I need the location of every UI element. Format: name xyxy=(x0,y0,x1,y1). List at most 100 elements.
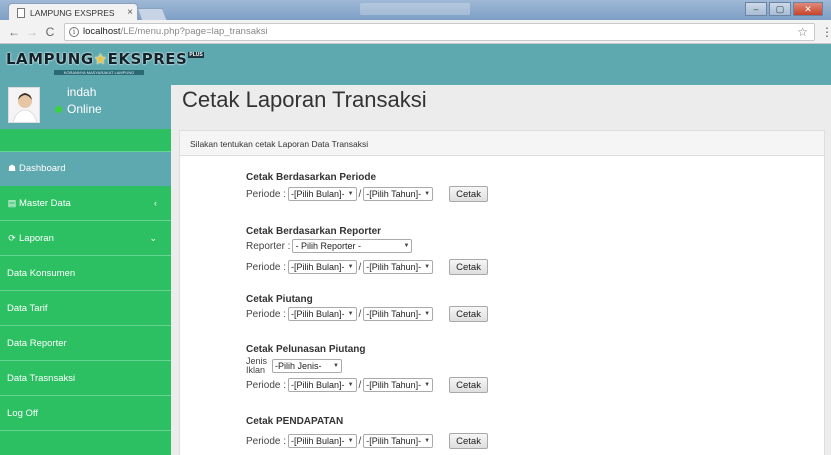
window-title-blur xyxy=(360,3,470,15)
minimize-button[interactable]: – xyxy=(745,2,767,16)
cetak-piutang-button[interactable]: Cetak xyxy=(449,306,488,322)
bulan-select[interactable]: -[Pilih Bulan]- ▼ xyxy=(288,434,357,448)
window-controls: – ▢ ✕ xyxy=(745,2,823,16)
logo-text-1: LAMPUNG xyxy=(6,50,94,68)
page-title: Cetak Laporan Transaksi xyxy=(182,87,427,112)
tahun-select[interactable]: -[Pilih Tahun]- ▼ xyxy=(363,378,434,392)
tahun-select-value: -[Pilih Tahun]- xyxy=(366,189,422,199)
bulan-select-value: -[Pilih Bulan]- xyxy=(291,380,345,390)
bulan-select-value: -[Pilih Bulan]- xyxy=(291,189,345,199)
bulan-select-value: -[Pilih Bulan]- xyxy=(291,262,345,272)
periode-row: Periode : -[Pilih Bulan]- ▼ / -[Pilih Tah… xyxy=(246,185,488,203)
periode-row: Periode : -[Pilih Bulan]- ▼ / -[Pilih Tah… xyxy=(246,258,488,276)
logo-tagline: KORANNYA MASYARAKAT LAMPUNG xyxy=(54,70,144,75)
bulan-select[interactable]: -[Pilih Bulan]- ▼ xyxy=(288,260,357,274)
close-window-button[interactable]: ✕ xyxy=(793,2,823,16)
app-header: LAMPUNG ★ EKSPRES PLUS KORANNYA MASYARAK… xyxy=(0,44,831,85)
section-title: Cetak Berdasarkan Periode xyxy=(246,172,377,183)
sidebar-item-label: Master Data xyxy=(19,197,71,209)
dropdown-arrow-icon: ▼ xyxy=(424,191,431,197)
cetak-pendapatan-button[interactable]: Cetak xyxy=(449,433,488,449)
table-icon: ▤ xyxy=(7,197,17,208)
dropdown-arrow-icon: ▼ xyxy=(424,438,431,444)
section-pendapatan: Cetak PENDAPATAN Periode : -[Pilih Bulan… xyxy=(246,416,488,450)
user-panel: indah Online xyxy=(0,85,171,129)
sidebar-item-master-data[interactable]: ▤ Master Data ‹ xyxy=(0,186,171,221)
logo-star-icon: ★ xyxy=(93,50,108,68)
sidebar-item-laporan[interactable]: ⟳ Laporan ⌄ xyxy=(0,221,171,256)
section-periode: Cetak Berdasarkan Periode Periode : -[Pi… xyxy=(246,172,488,203)
page-icon xyxy=(17,7,25,18)
dropdown-arrow-icon: ▼ xyxy=(424,264,431,270)
maximize-button[interactable]: ▢ xyxy=(769,2,791,16)
new-tab-button[interactable] xyxy=(136,8,168,20)
tahun-select[interactable]: -[Pilih Tahun]- ▼ xyxy=(363,187,434,201)
jenis-select[interactable]: -Pilih Jenis- ▼ xyxy=(272,359,342,373)
reload-button[interactable]: C xyxy=(42,25,58,39)
cetak-pelunasan-button[interactable]: Cetak xyxy=(449,377,488,393)
cetak-periode-button[interactable]: Cetak xyxy=(449,186,488,202)
sidebar-item-label: Laporan xyxy=(19,232,54,244)
bookmark-star-icon[interactable]: ☆ xyxy=(797,25,808,39)
periode-row: Periode : -[Pilih Bulan]- ▼ / -[Pilih Tah… xyxy=(246,432,488,450)
dashboard-icon: ☗ xyxy=(7,163,17,173)
section-pelunasan: Cetak Pelunasan Piutang Jenis Iklan -Pil… xyxy=(246,344,488,394)
browser-menu-icon[interactable]: ⋮ xyxy=(821,25,831,39)
back-button[interactable]: ← xyxy=(6,25,22,39)
reporter-select-value: - Pilih Reporter - xyxy=(295,241,361,251)
dropdown-arrow-icon: ▼ xyxy=(424,382,431,388)
user-name: indah xyxy=(67,85,97,99)
reporter-label: Reporter : xyxy=(246,240,291,252)
cetak-reporter-button[interactable]: Cetak xyxy=(449,259,488,275)
dropdown-arrow-icon: ▼ xyxy=(347,191,354,197)
sidebar-item-data-konsumen[interactable]: Data Konsumen xyxy=(0,256,171,291)
bulan-select[interactable]: -[Pilih Bulan]- ▼ xyxy=(288,307,357,321)
dropdown-arrow-icon: ▼ xyxy=(347,264,354,270)
sidebar-item-dashboard[interactable]: ☗ Dashboard xyxy=(0,151,171,186)
tahun-select-value: -[Pilih Tahun]- xyxy=(366,309,422,319)
browser-titlebar: LAMPUNG EXSPRES × – ▢ ✕ xyxy=(0,0,831,21)
bulan-select[interactable]: -[Pilih Bulan]- ▼ xyxy=(288,378,357,392)
tab-title: LAMPUNG EXSPRES xyxy=(30,7,115,18)
section-title: Cetak Piutang xyxy=(246,294,313,305)
tahun-select-value: -[Pilih Tahun]- xyxy=(366,262,422,272)
slash: / xyxy=(358,308,362,320)
browser-tab[interactable]: LAMPUNG EXSPRES × xyxy=(8,3,138,21)
tahun-select[interactable]: -[Pilih Tahun]- ▼ xyxy=(363,260,434,274)
sidebar-item-data-tarif[interactable]: Data Tarif xyxy=(0,291,171,326)
jenis-label: Jenis Iklan xyxy=(246,356,268,375)
tab-close-icon[interactable]: × xyxy=(123,7,137,18)
dropdown-arrow-icon: ▼ xyxy=(347,438,354,444)
section-title: Cetak Berdasarkan Reporter xyxy=(246,226,382,237)
tahun-select-value: -[Pilih Tahun]- xyxy=(366,380,422,390)
sidebar-item-data-reporter[interactable]: Data Reporter xyxy=(0,326,171,361)
chevron-left-icon: ‹ xyxy=(154,198,157,208)
periode-label: Periode : xyxy=(246,435,287,447)
sidebar-item-label: Log Off xyxy=(7,407,38,419)
section-title: Cetak Pelunasan Piutang xyxy=(246,344,366,355)
periode-label: Periode : xyxy=(246,261,287,273)
address-bar: ← → C i localhost/LE/menu.php?page=lap_t… xyxy=(0,20,831,44)
info-icon[interactable]: i xyxy=(69,26,79,37)
tahun-select[interactable]: -[Pilih Tahun]- ▼ xyxy=(363,434,434,448)
bulan-select[interactable]: -[Pilih Bulan]- ▼ xyxy=(288,187,357,201)
sidebar-item-label: Data Reporter xyxy=(7,337,67,349)
jenis-row: Jenis Iklan -Pilih Jenis- ▼ xyxy=(246,356,488,376)
sidebar-item-label: Dashboard xyxy=(19,163,66,174)
forward-button[interactable]: → xyxy=(24,25,40,39)
reporter-select[interactable]: - Pilih Reporter - ▼ xyxy=(292,239,413,253)
periode-row: Periode : -[Pilih Bulan]- ▼ / -[Pilih Tah… xyxy=(246,376,488,394)
url-input[interactable]: i localhost/LE/menu.php?page=lap_transak… xyxy=(64,22,815,41)
section-piutang: Cetak Piutang Periode : -[Pilih Bulan]- ▼… xyxy=(246,294,488,323)
sidebar-item-data-transaksi[interactable]: Data Trasnsaksi xyxy=(0,361,171,396)
tahun-select[interactable]: -[Pilih Tahun]- ▼ xyxy=(363,307,434,321)
reporter-row: Reporter : - Pilih Reporter - ▼ xyxy=(246,239,488,253)
dropdown-arrow-icon: ▼ xyxy=(347,311,354,317)
user-status: Online xyxy=(55,102,102,116)
periode-label: Periode : xyxy=(246,188,287,200)
dropdown-arrow-icon: ▼ xyxy=(347,382,354,388)
sidebar-item-log-off[interactable]: Log Off xyxy=(0,396,171,431)
sidebar-item-label: Data Trasnsaksi xyxy=(7,372,76,384)
user-status-label: Online xyxy=(67,102,102,116)
logo[interactable]: LAMPUNG ★ EKSPRES PLUS KORANNYA MASYARAK… xyxy=(6,50,204,75)
